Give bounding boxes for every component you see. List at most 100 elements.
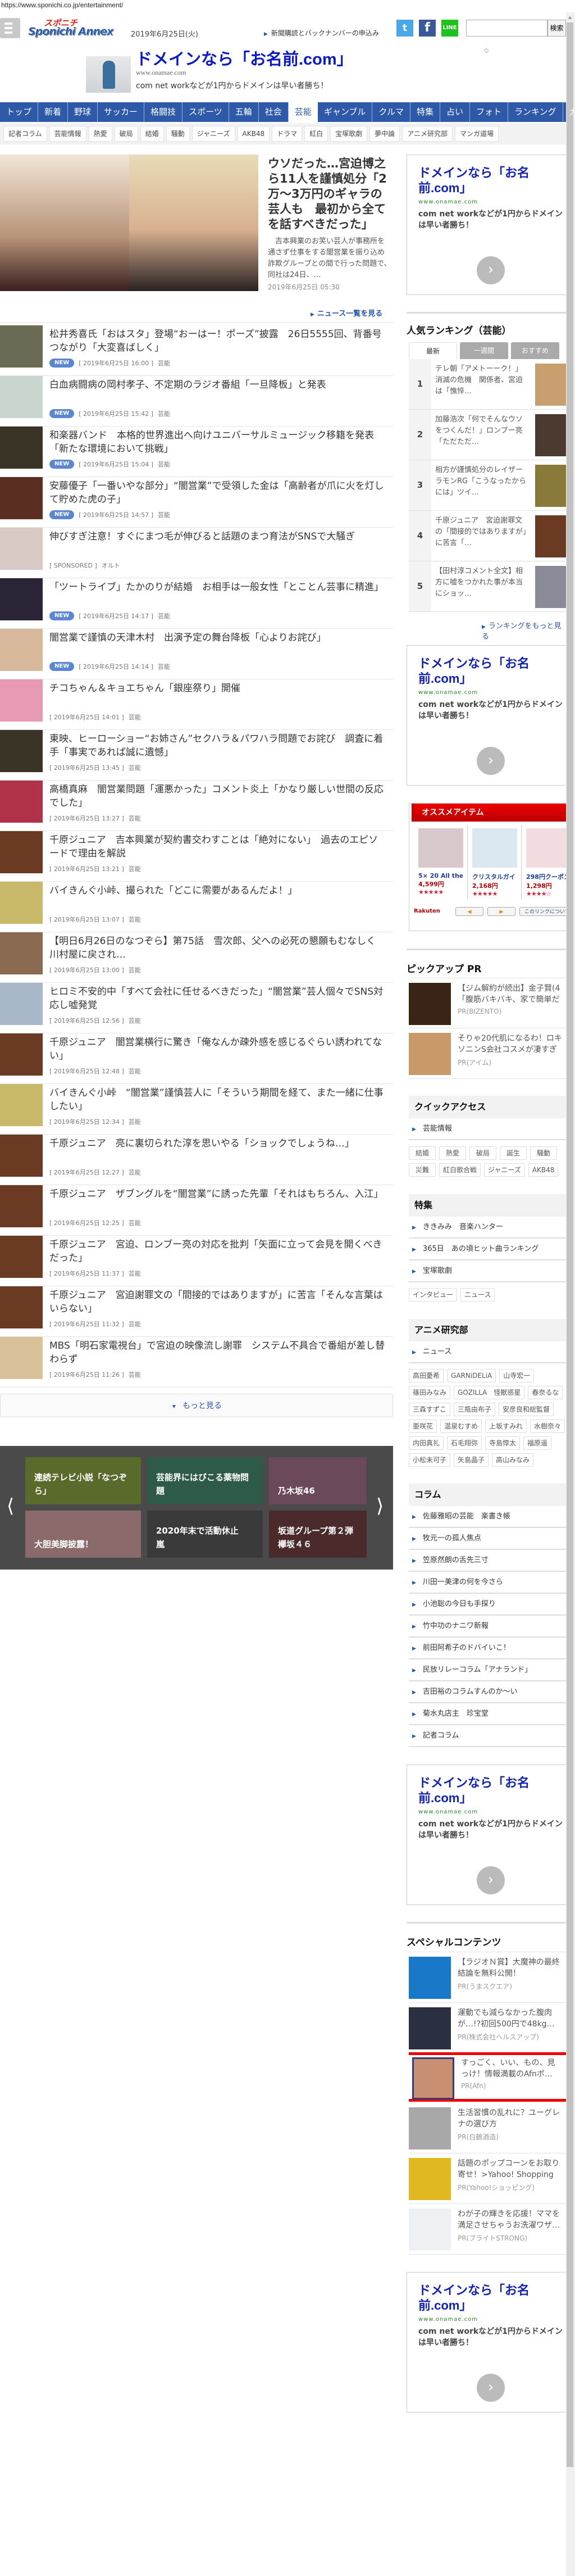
hero-headline[interactable]: ウソだった…宮迫博之ら11人を謹慎処分「2万～3万円のギャラの芸人も 最初から全…	[268, 156, 391, 232]
list-item[interactable]: 和楽器バンド 本格的世界進出へ向けユニバーサルミュージック移籍を発表「新たな環境…	[0, 427, 393, 477]
news-thumbnail[interactable]	[0, 1084, 43, 1126]
gallery-tile[interactable]: 芸能界にはびこる薬物問題	[147, 1457, 263, 1504]
column-link[interactable]: ▶ 竹中功のナニワ新報	[409, 1616, 566, 1638]
list-item[interactable]: 千原ジュニア 宮迫、ロンブー亮の対応を批判「矢面に立って会見を開くべきだった」 …	[0, 1236, 393, 1286]
gallery-tile[interactable]: 2020年末で活動休止 嵐	[147, 1511, 263, 1558]
hamburger-menu-icon[interactable]	[0, 18, 20, 38]
list-item[interactable]: バイきんぐ小峠 “闇営業”謹慎芸人に「そういう期間を経て、また一緒に仕事したい」…	[0, 1084, 393, 1135]
pr-item[interactable]: 生活習慣の乱れに？ユーグレ ナの選び方 PR(白鶴酒造)	[409, 2103, 566, 2153]
news-title[interactable]: 千原ジュニア 闇営業横行に驚き「俺なんか疎外感を感じるぐらい誘われてない」	[49, 1036, 386, 1063]
list-item[interactable]: バイきんぐ小峠、撮られた「どこに需要があるんだよ！」 [ 2019年6月25日 …	[0, 882, 393, 932]
news-thumbnail[interactable]	[0, 528, 43, 570]
tag-chip[interactable]: 亜咲花	[409, 1419, 437, 1433]
subnav-item[interactable]: 芸能情報	[49, 126, 86, 142]
tag-chip[interactable]: 誕生	[500, 1146, 527, 1160]
ranking-title[interactable]: テレ朝「アメトーーク！」消滅の危機 関係者、宮迫は「憔悴…	[435, 364, 528, 398]
pr-title[interactable]: わが子の輝きを応援！ママを 満足させちゃうお洗濯ワザ…	[458, 2208, 566, 2231]
news-title[interactable]: 闇営業で謹慎の天津木村 出演予定の舞台降板「心よりお詫び」	[49, 631, 386, 645]
product-name[interactable]: 298円クーポン】	[526, 872, 566, 881]
tag-chip[interactable]: AKB48	[528, 1163, 559, 1177]
tab-week[interactable]: 一週間	[460, 342, 508, 359]
subscribe-link[interactable]: ▶ 新聞購読とバックナンバーの申込み	[264, 28, 379, 38]
site-logo[interactable]: スポニチ Sponichi Annex	[28, 18, 121, 39]
news-thumbnail[interactable]	[0, 932, 43, 974]
news-title[interactable]: 白血病闘病の岡村孝子、不定期のラジオ番組「一旦降板」と発表	[49, 378, 386, 392]
subnav-item[interactable]: 宝塚歌劇	[330, 126, 368, 142]
news-title[interactable]: 和楽器バンド 本格的世界進出へ向けユニバーサルミュージック移籍を発表「新たな環境…	[49, 429, 386, 456]
pr-title[interactable]: 生活習慣の乱れに？ユーグレ ナの選び方	[458, 2107, 566, 2130]
list-item[interactable]: 千原ジュニア 宮迫謝罪文の「間接的ではありますが」に苦言「そんな言葉はいらない」…	[0, 1286, 393, 1337]
column-link[interactable]: ▶ 菊水丸店主 珍宝堂	[409, 1703, 566, 1725]
pr-item[interactable]: 運動でも減らなかった腹肉 が…!?初回500円で48kg… PR(株式会社ヘルスアッ…	[409, 2003, 566, 2053]
column-link[interactable]: ▶ 前田阿希子のドバイいこ！	[409, 1638, 566, 1659]
tag-chip[interactable]: 水樹奈々	[530, 1419, 565, 1433]
news-title[interactable]: 高橋真麻 闇営業問題「運悪かった」コメント炎上「かなり厳しい世間の反応でした」	[49, 783, 386, 810]
subnav-item[interactable]: 紅白	[304, 126, 328, 142]
tag-chip[interactable]: 高山みなみ	[492, 1453, 534, 1467]
tag-chip[interactable]: 紅白歌合戦	[439, 1163, 481, 1177]
product-card[interactable]: 298円クーポン】1,298円★★★★☆	[522, 826, 566, 899]
rakuten-logo[interactable]: Rakuten	[414, 908, 440, 914]
news-title[interactable]: MBS「明石家電視台」で宮迫の映像流し謝罪 システム不具合で番組が差し替わらず	[49, 1339, 386, 1366]
tag-chip[interactable]: 山寺宏一	[499, 1369, 535, 1382]
gallery-tile[interactable]: 坂道グループ第２弾 欅坂４６	[269, 1511, 367, 1558]
column-link[interactable]: ▶ 記者コラム	[409, 1725, 566, 1747]
tag-chip[interactable]: 騒動	[530, 1146, 557, 1160]
column-link[interactable]: ▶ 川田一美津の何を今さら	[409, 1572, 566, 1594]
pr-item[interactable]: 【ジム解約が続出】金子賢(4 「腹筋バキバキ、家で簡単だ PR(BIZENTO)	[409, 978, 566, 1028]
ranking-title[interactable]: 千原ジュニア 宮迫謝罪文の「間接的ではありますが」に苦言「…	[435, 515, 528, 550]
column-link[interactable]: ▶ 民放リレーコラム「アナランド」	[409, 1659, 566, 1681]
subnav-item[interactable]: AKB48	[237, 126, 270, 142]
nav-item[interactable]: 芸能	[288, 102, 318, 122]
product-card[interactable]: 5× 20 All the B 4,599円★★★★★	[414, 826, 468, 899]
sidebar-ad[interactable]: ドメインなら「お名前.com」 www.onamae.com com net w…	[407, 1765, 566, 1905]
subnav-item[interactable]: ドラマ	[272, 126, 303, 142]
top-ad-title[interactable]: ドメインなら「お名前.com」	[136, 46, 353, 70]
nav-item[interactable]: 五輪	[229, 102, 259, 122]
list-item[interactable]: 東映、ヒーローショー“お姉さん”セクハラ＆パワハラ問題でお詫び 調査に着手「事実…	[0, 730, 393, 781]
tag-chip[interactable]: 高田憂希	[409, 1369, 444, 1382]
ad-title[interactable]: ドメインなら「お名前.com」	[418, 165, 563, 196]
scrollbar-thumb[interactable]	[567, 22, 573, 2467]
pr-thumbnail[interactable]	[409, 2007, 451, 2049]
sidebar-ad[interactable]: ドメインなら「お名前.com」 www.onamae.com com net w…	[407, 2272, 566, 2412]
ranking-item[interactable]: 4 千原ジュニア 宮迫謝罪文の「間接的ではありますが」に苦言「…	[409, 511, 566, 561]
chevron-right-icon[interactable]: ›	[477, 747, 505, 775]
ranking-item[interactable]: 2 加藤浩次「何でそんなウソをつくんだ！」ロンブー亮「ただただ…	[409, 410, 566, 460]
news-title[interactable]: 伸びすぎ注意！すぐにまつ毛が伸びると話題のまつ育法がSNSで大騒ぎ	[49, 530, 386, 543]
pr-title[interactable]: すっごく、いい、もの、見 っけ！情報満載のAfnポ…	[461, 2057, 566, 2080]
feature-link[interactable]: ▶ 365日 あの頃ヒット曲ランキング	[409, 1239, 566, 1260]
ad-title[interactable]: ドメインなら「お名前.com」	[418, 656, 563, 686]
ad-title[interactable]: ドメインなら「お名前.com」	[418, 1775, 563, 1806]
news-thumbnail[interactable]	[0, 376, 43, 418]
subnav-item[interactable]: 記者コラム	[3, 126, 47, 142]
news-thumbnail[interactable]	[0, 1337, 43, 1379]
news-title[interactable]: 「ツートライブ」たかのりが結婚 お相手は一般女性「とことん芸事に精進」	[49, 580, 386, 594]
pr-thumbnail[interactable]	[409, 1957, 451, 1999]
ranking-thumbnail[interactable]	[535, 364, 566, 406]
pr-thumbnail[interactable]	[409, 983, 451, 1025]
nav-item[interactable]: 野球	[68, 102, 98, 122]
page-scrollbar[interactable]: ▲	[566, 12, 575, 2576]
address-bar-url[interactable]: https://www.sponichi.co.jp/entertainment…	[1, 1, 123, 9]
subnav-item[interactable]: 結婚	[140, 126, 164, 142]
list-item[interactable]: 【明日6月26日のなつぞら】第75話 雪次郎、父への必死の懇願もむなしく 川村屋…	[0, 932, 393, 983]
news-title[interactable]: 安藤優子「一番いやな部分」“闇営業”で受領した金は「高齢者が爪に火を灯して貯めた…	[49, 479, 386, 506]
news-thumbnail[interactable]	[0, 781, 43, 823]
feature-link[interactable]: ▶ ききみみ 音楽ハンター	[409, 1217, 566, 1239]
ranking-thumbnail[interactable]	[535, 566, 566, 608]
news-title[interactable]: 松井秀喜氏「おはスタ」登場“おーはー！ポーズ”披露 26日5555回、背番号つな…	[49, 328, 386, 355]
chevron-right-icon[interactable]: ›	[477, 2374, 505, 2402]
nav-item[interactable]: 新着	[38, 102, 69, 122]
news-list-link[interactable]: ▶ ニュース一覧を見る	[311, 307, 382, 318]
tag-chip[interactable]: 福原遥	[523, 1436, 552, 1450]
news-thumbnail[interactable]	[0, 578, 43, 620]
news-thumbnail[interactable]	[0, 1033, 43, 1076]
pr-item[interactable]: わが子の輝きを応援！ママを 満足させちゃうお洗濯ワザ… PR(ブライトSTRONG)	[409, 2204, 566, 2255]
chevron-right-icon[interactable]: ›	[477, 256, 505, 284]
tag-chip[interactable]: 内田真礼	[409, 1436, 444, 1450]
news-thumbnail[interactable]	[0, 1236, 43, 1278]
news-thumbnail[interactable]	[0, 679, 43, 722]
ad-title[interactable]: ドメインなら「お名前.com」	[418, 2283, 563, 2313]
list-item[interactable]: 伸びすぎ注意！すぐにまつ毛が伸びると話題のまつ育法がSNSで大騒ぎ [ SPON…	[0, 528, 393, 578]
